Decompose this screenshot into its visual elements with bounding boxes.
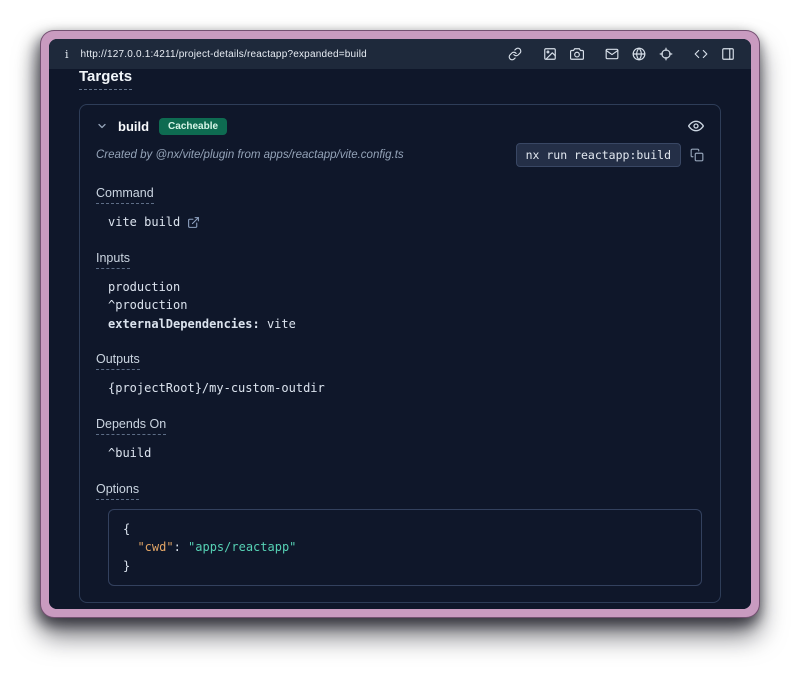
mail-button[interactable]	[605, 47, 619, 61]
target-name-build[interactable]: build	[118, 119, 149, 134]
focus-target-button[interactable]	[688, 118, 704, 134]
external-link-icon	[187, 216, 200, 229]
chevron-down-icon[interactable]	[96, 120, 108, 132]
image-icon	[543, 47, 557, 61]
input-item: ^production	[108, 296, 704, 315]
mail-icon	[605, 47, 619, 61]
panel-icon	[721, 47, 735, 61]
build-subheader: Created by @nx/vite/plugin from apps/rea…	[96, 143, 704, 167]
camera-button[interactable]	[570, 47, 584, 61]
cacheable-badge: Cacheable	[159, 118, 227, 135]
globe-button[interactable]	[632, 47, 646, 61]
page-title: Targets	[79, 69, 721, 90]
link-icon	[508, 47, 522, 61]
command-section: Command vite build	[96, 184, 704, 232]
run-command-chip: nx run reactapp:build	[516, 143, 681, 167]
titlebar: i http://127.0.0.1:4211/project-details/…	[49, 39, 751, 69]
options-label: Options	[96, 482, 139, 500]
copy-command-button[interactable]	[690, 148, 704, 162]
command-value: vite build	[108, 213, 180, 232]
build-header[interactable]: build Cacheable	[96, 115, 704, 137]
command-label: Command	[96, 186, 154, 204]
external-deps-key: externalDependencies:	[108, 317, 260, 331]
copy-icon	[690, 148, 704, 162]
created-by-note: Created by @nx/vite/plugin from apps/rea…	[96, 149, 404, 161]
crosshair-button[interactable]	[659, 47, 673, 61]
input-item-external-deps: externalDependencies: vite	[108, 315, 704, 334]
app-window: i http://127.0.0.1:4211/project-details/…	[40, 30, 760, 618]
targets-heading: Targets	[79, 69, 132, 90]
code-icon	[694, 47, 708, 61]
external-deps-value: vite	[260, 317, 296, 331]
info-label: i	[65, 48, 69, 61]
depends-on-item: ^build	[108, 444, 704, 463]
panel-toggle-button[interactable]	[721, 47, 735, 61]
outputs-section: Outputs {projectRoot}/my-custom-outdir	[96, 350, 704, 398]
open-terminal-button[interactable]	[187, 216, 200, 229]
titlebar-actions	[508, 47, 735, 61]
options-section: Options { "cwd": "apps/reactapp" }	[96, 480, 704, 587]
options-json: { "cwd": "apps/reactapp" }	[123, 520, 687, 576]
depends-on-label: Depends On	[96, 417, 166, 435]
options-code-block: { "cwd": "apps/reactapp" }	[108, 509, 702, 587]
screenshot-button[interactable]	[543, 47, 557, 61]
share-link-button[interactable]	[508, 47, 522, 61]
desktop-background: i http://127.0.0.1:4211/project-details/…	[0, 0, 800, 676]
json-key-cwd: "cwd"	[137, 540, 173, 554]
outputs-label: Outputs	[96, 352, 140, 370]
output-item: {projectRoot}/my-custom-outdir	[108, 379, 704, 398]
json-value-cwd: "apps/reactapp"	[188, 540, 296, 554]
project-details-panel: Targets build Cacheable Creat	[49, 69, 751, 609]
camera-icon	[570, 47, 584, 61]
run-command-group: nx run reactapp:build	[516, 143, 704, 167]
inputs-section: Inputs production ^production externalDe…	[96, 249, 704, 334]
globe-icon	[632, 47, 646, 61]
input-item: production	[108, 278, 704, 297]
window-inner: i http://127.0.0.1:4211/project-details/…	[49, 39, 751, 609]
inputs-label: Inputs	[96, 251, 130, 269]
target-card-build: build Cacheable Created by @nx/vite/plug…	[79, 104, 721, 603]
code-button[interactable]	[694, 47, 708, 61]
crosshair-icon	[659, 47, 673, 61]
eye-icon	[688, 118, 704, 134]
url-bar[interactable]: http://127.0.0.1:4211/project-details/re…	[81, 49, 367, 60]
depends-on-section: Depends On ^build	[96, 415, 704, 463]
